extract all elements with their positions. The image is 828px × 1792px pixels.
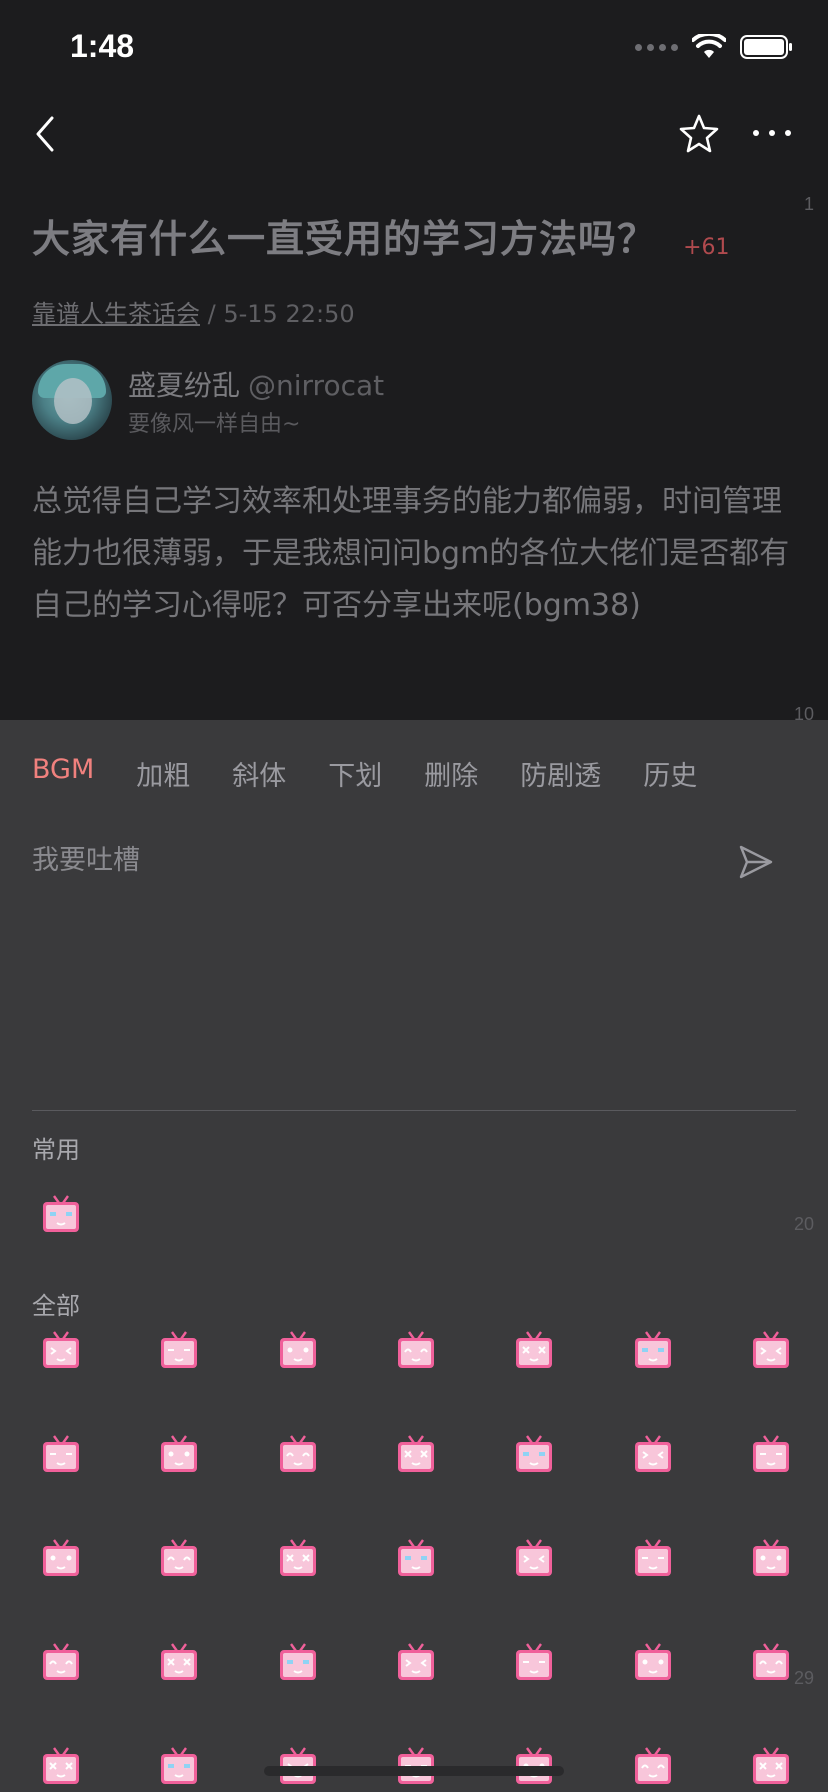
emoji-item[interactable] (38, 1640, 84, 1684)
emoji-item[interactable] (275, 1432, 321, 1476)
star-icon[interactable] (678, 112, 720, 154)
tab-bold[interactable]: 加粗 (136, 754, 190, 793)
wifi-icon (692, 34, 726, 58)
author-handle: @nirrocat (248, 369, 385, 402)
emoji-item[interactable] (156, 1640, 202, 1684)
tab-history[interactable]: 历史 (643, 754, 697, 793)
post-score: +61 (683, 235, 730, 260)
emoji-item[interactable] (156, 1536, 202, 1580)
page-marker: 29 (793, 1668, 814, 1688)
emoji-item[interactable] (511, 1640, 557, 1684)
emoji-item[interactable] (630, 1744, 676, 1788)
emoji-item[interactable] (38, 1536, 84, 1580)
emoji-item[interactable] (393, 1640, 439, 1684)
emoji-item[interactable] (38, 1744, 84, 1788)
emoji-item[interactable] (38, 1328, 84, 1372)
status-icons (635, 34, 794, 60)
nav-bar (0, 96, 828, 170)
emoji-item[interactable] (393, 1432, 439, 1476)
divider (32, 1110, 796, 1111)
emoji-item[interactable] (511, 1536, 557, 1580)
common-emoji-label: 常用 (32, 1136, 80, 1164)
emoji-item[interactable] (511, 1328, 557, 1372)
emoji-item[interactable] (156, 1432, 202, 1476)
status-bar: 1:48 (0, 0, 828, 96)
emoji-item[interactable] (630, 1432, 676, 1476)
comment-input[interactable]: 我要吐槽 (32, 838, 140, 877)
reply-panel: BGM 加粗 斜体 下划 删除 防剧透 历史 我要吐槽 常用 全部 (0, 720, 828, 1792)
tab-italic[interactable]: 斜体 (232, 754, 286, 793)
tab-bgm[interactable]: BGM (32, 754, 94, 793)
status-time: 1:48 (70, 28, 135, 64)
home-indicator (264, 1766, 564, 1776)
emoji-item[interactable] (630, 1536, 676, 1580)
emoji-item[interactable] (156, 1328, 202, 1372)
author-signature: 要像风一样自由~ (128, 412, 301, 437)
emoji-item[interactable] (630, 1640, 676, 1684)
tab-underline[interactable]: 下划 (328, 754, 382, 793)
post-body: 总觉得自己学习效率和处理事务的能力都偏弱，时间管理能力也很薄弱，于是我想问问bg… (32, 484, 790, 623)
chevron-left-icon[interactable] (30, 112, 70, 156)
emoji-item[interactable] (393, 1328, 439, 1372)
emoji-item[interactable] (275, 1328, 321, 1372)
group-link[interactable]: 靠谱人生茶话会 (32, 300, 200, 328)
page-marker: 1 (803, 194, 814, 214)
emoji-item[interactable] (393, 1536, 439, 1580)
avatar[interactable] (32, 360, 112, 440)
post-date: 5-15 22:50 (223, 300, 355, 328)
tab-strikethrough[interactable]: 删除 (424, 754, 478, 793)
emoji-item[interactable] (275, 1640, 321, 1684)
emoji-item[interactable] (748, 1536, 794, 1580)
cellular-signal-icon (635, 43, 678, 51)
tab-spoiler[interactable]: 防剧透 (520, 754, 601, 793)
author-display-name: 盛夏纷乱 (128, 369, 241, 402)
emoji-item[interactable] (511, 1432, 557, 1476)
post-meta: 靠谱人生茶话会 / 5-15 22:50 (32, 294, 355, 329)
emoji-item[interactable] (748, 1640, 794, 1684)
format-toolbar: BGM 加粗 斜体 下划 删除 防剧透 历史 (32, 754, 739, 793)
emoji-item[interactable] (748, 1432, 794, 1476)
emoji-item[interactable] (748, 1744, 794, 1788)
post-title: 大家有什么一直受用的学习方法吗？ (32, 217, 657, 261)
send-icon[interactable] (738, 844, 774, 880)
page-marker: 20 (793, 1214, 814, 1234)
emoji-item[interactable] (748, 1328, 794, 1372)
emoji-item[interactable] (156, 1744, 202, 1788)
all-emoji-label: 全部 (32, 1292, 80, 1320)
battery-icon (740, 35, 792, 59)
author-name: 盛夏纷乱 @nirrocat (128, 364, 384, 404)
post-title-row: 大家有什么一直受用的学习方法吗？ +61 (32, 208, 772, 263)
emoji-item[interactable] (630, 1328, 676, 1372)
meta-separator: / (200, 300, 224, 328)
emoji-item[interactable] (275, 1536, 321, 1580)
ellipsis-icon[interactable] (748, 118, 796, 148)
emoji-item[interactable] (38, 1192, 84, 1236)
emoji-item[interactable] (38, 1432, 84, 1476)
